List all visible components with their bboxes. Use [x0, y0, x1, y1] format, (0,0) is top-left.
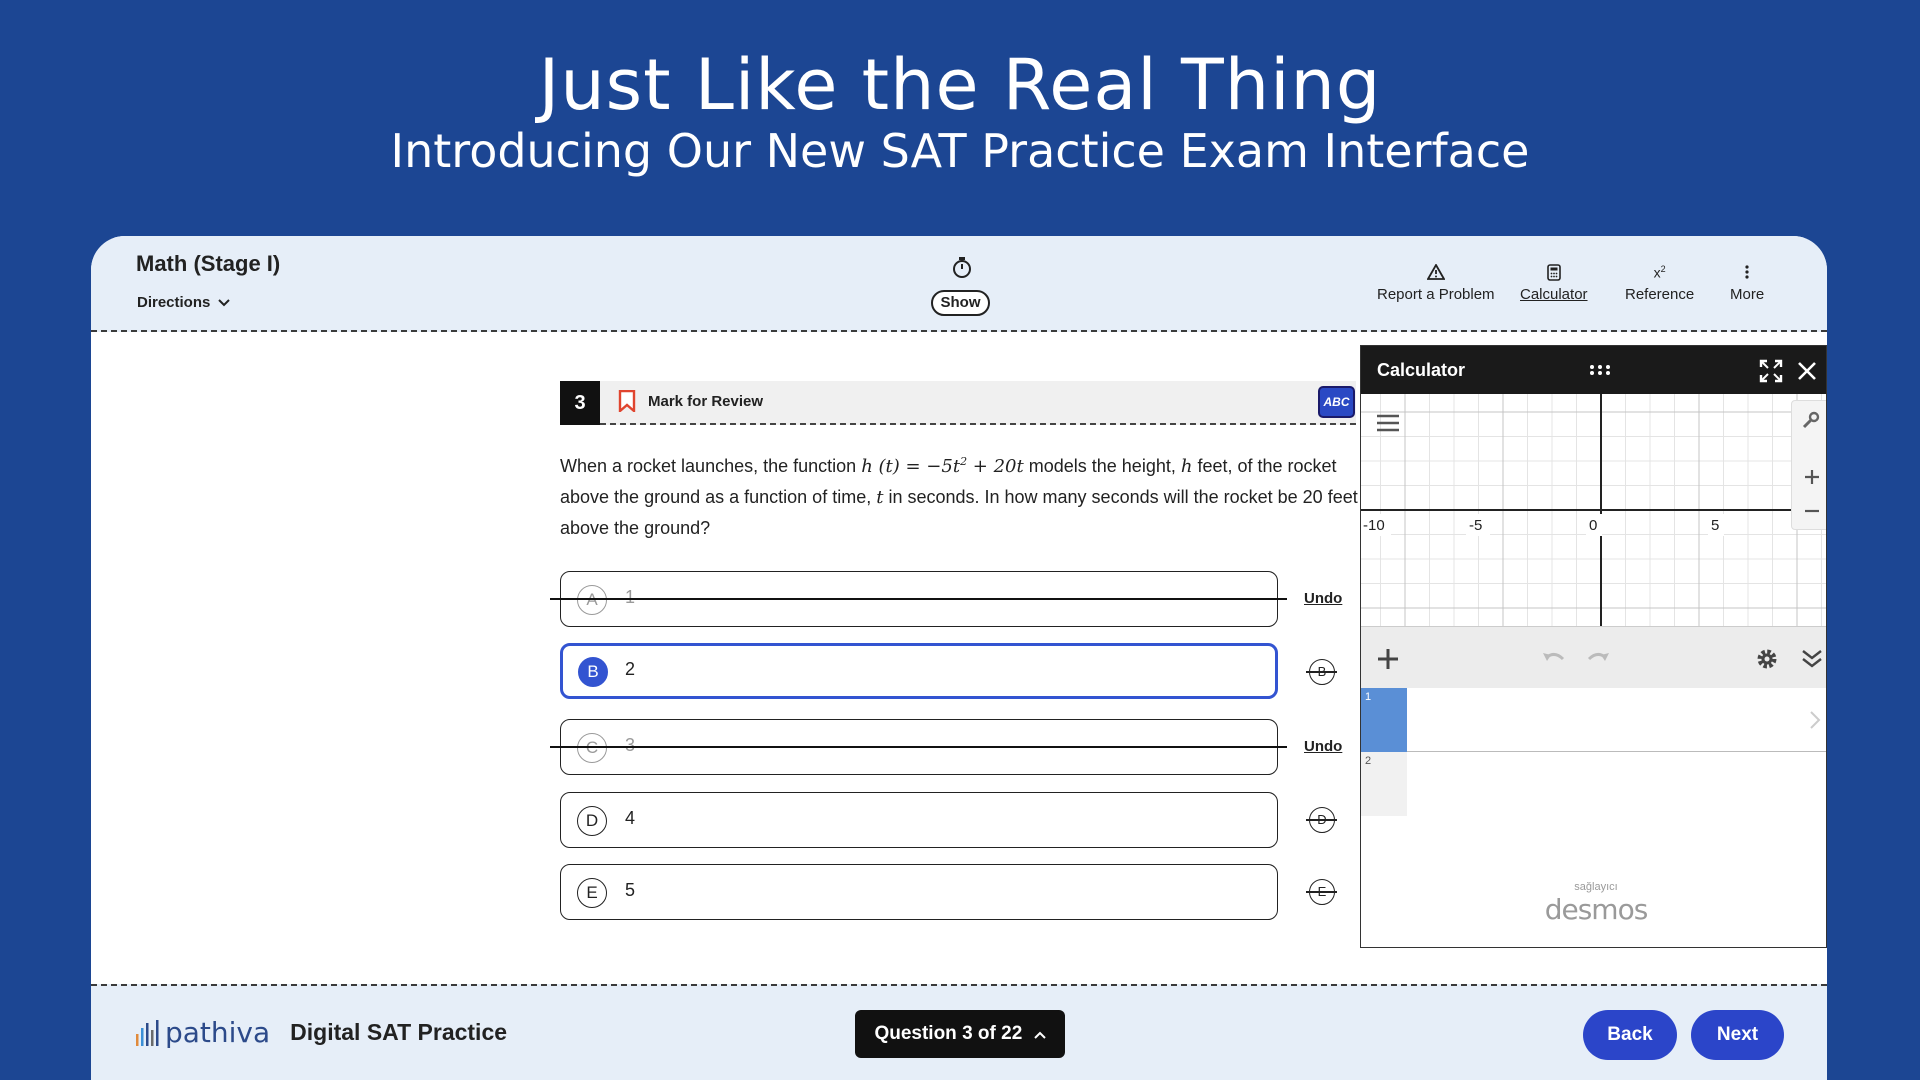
answer-choice-b[interactable]: B 2 [560, 643, 1278, 699]
zoom-out-icon[interactable] [1804, 509, 1820, 513]
close-icon[interactable] [1797, 361, 1817, 381]
expression-row[interactable]: 2 [1361, 752, 1826, 816]
x-tick-label: -10 [1363, 517, 1385, 534]
choice-letter: E [577, 878, 607, 908]
report-problem-label: Report a Problem [1377, 286, 1495, 303]
promo-subtitle: Introducing Our New SAT Practice Exam In… [390, 124, 1530, 178]
exam-app-window: Math (Stage I) Directions Show Report a … [91, 236, 1827, 1080]
question-text: When a rocket launches, the function h (… [560, 447, 1360, 543]
brand-logo: pathiva Digital SAT Practice [135, 1016, 507, 1049]
exam-header: Math (Stage I) Directions Show Report a … [91, 236, 1827, 332]
vertical-dots-icon [1745, 262, 1749, 282]
redo-icon[interactable] [1587, 649, 1611, 667]
stopwatch-icon [953, 257, 971, 278]
hamburger-menu-icon[interactable] [1377, 414, 1399, 432]
variable-h: h [1180, 456, 1193, 477]
graph-grid: -10 -5 0 5 [1361, 394, 1826, 626]
next-button[interactable]: Next [1691, 1010, 1784, 1060]
formula-part: h (t) = −5t [861, 456, 961, 477]
mark-for-review-label: Mark for Review [648, 392, 764, 410]
zoom-in-icon[interactable] [1804, 469, 1820, 485]
bars-logo-icon [136, 1019, 159, 1046]
chevron-down-icon [218, 294, 231, 311]
graph-zoom-controls [1791, 400, 1826, 530]
question-navigator-label: Question 3 of 22 [874, 1023, 1023, 1044]
wrench-icon[interactable] [1802, 411, 1820, 429]
gear-icon[interactable] [1755, 647, 1779, 671]
expression-index: 1 [1361, 688, 1407, 752]
answer-choice-e[interactable]: E 5 [560, 864, 1278, 920]
strikethrough-line [550, 598, 1287, 600]
back-button[interactable]: Back [1583, 1010, 1677, 1060]
eliminate-b-button[interactable]: B [1306, 659, 1337, 685]
mark-for-review-button[interactable]: Mark for Review [618, 390, 763, 412]
question-navigator-button[interactable]: Question 3 of 22 [855, 1010, 1065, 1058]
choice-letter: D [577, 806, 607, 836]
formula-part: + 20t [967, 456, 1024, 477]
question-formula: h (t) = −5t2 + 20t [861, 455, 1024, 477]
calculator-icon [1546, 262, 1561, 282]
calculator-panel: Calculator -10 -5 0 5 1 2 sağlayıcı desm… [1360, 345, 1827, 948]
question-number: 3 [560, 381, 600, 425]
answer-eliminator-toggle[interactable]: ABC [1318, 386, 1355, 418]
graph-area[interactable]: -10 -5 0 5 [1361, 394, 1826, 626]
strikethrough-line [550, 746, 1287, 748]
expression-row[interactable]: 1 [1361, 688, 1826, 752]
chevron-right-icon [1810, 711, 1821, 729]
drag-handle-icon[interactable] [1589, 364, 1611, 376]
question-text-part: models the height, [1023, 456, 1181, 476]
undo-eliminate-a-button[interactable]: Undo [1304, 590, 1342, 607]
add-expression-icon[interactable] [1377, 648, 1399, 670]
brand-name: pathiva [165, 1016, 271, 1049]
collapse-list-icon[interactable] [1801, 649, 1823, 669]
x-tick-label: -5 [1469, 517, 1482, 534]
provider-name: desmos [1544, 893, 1649, 926]
choice-letter: B [578, 657, 608, 687]
bookmark-icon [618, 390, 636, 412]
section-title: Math (Stage I) [136, 251, 281, 276]
expand-icon[interactable] [1759, 359, 1783, 383]
choice-value: 5 [625, 880, 636, 900]
reference-label: Reference [1625, 286, 1695, 303]
more-label: More [1730, 286, 1765, 303]
report-problem-button[interactable]: Report a Problem [1377, 262, 1495, 303]
calculator-header[interactable]: Calculator [1361, 346, 1826, 394]
choice-value: 2 [625, 659, 636, 679]
eliminate-e-button[interactable]: E [1306, 879, 1337, 905]
calculator-title: Calculator [1377, 360, 1466, 380]
warning-triangle-icon [1426, 262, 1445, 282]
calculator-button[interactable]: Calculator [1520, 262, 1588, 303]
calculator-label: Calculator [1520, 286, 1588, 303]
x-squared-icon: x2 [1653, 263, 1666, 281]
expression-toolbar [1361, 626, 1826, 688]
promo-title: Just Like the Real Thing [538, 44, 1382, 126]
desmos-logo: sağlayıcı desmos [1521, 881, 1671, 926]
more-button[interactable]: More [1730, 262, 1764, 303]
chevron-up-icon [1033, 1031, 1046, 1039]
provider-caption: sağlayıcı [1574, 881, 1618, 893]
eliminate-d-button[interactable]: D [1306, 807, 1337, 833]
choice-letter: C [577, 733, 607, 763]
directions-toggle[interactable]: Directions [137, 294, 231, 311]
directions-label: Directions [137, 294, 211, 311]
question-header-bar: 3 Mark for Review ABC [560, 381, 1356, 425]
answer-choice-d[interactable]: D 4 [560, 792, 1278, 848]
reference-button[interactable]: x2 Reference [1625, 262, 1694, 303]
x-tick-label: 0 [1589, 517, 1597, 534]
choice-value: 4 [625, 808, 636, 828]
x-tick-label: 5 [1711, 517, 1719, 534]
question-text-part: When a rocket launches, the function [560, 456, 862, 476]
undo-icon[interactable] [1541, 649, 1565, 667]
undo-eliminate-c-button[interactable]: Undo [1304, 738, 1342, 755]
exam-footer: pathiva Digital SAT Practice Question 3 … [91, 984, 1827, 1080]
timer-show-button[interactable]: Show [931, 290, 990, 316]
brand-subtitle: Digital SAT Practice [290, 1019, 508, 1045]
choice-letter: A [577, 585, 607, 615]
expression-index: 2 [1361, 752, 1407, 816]
